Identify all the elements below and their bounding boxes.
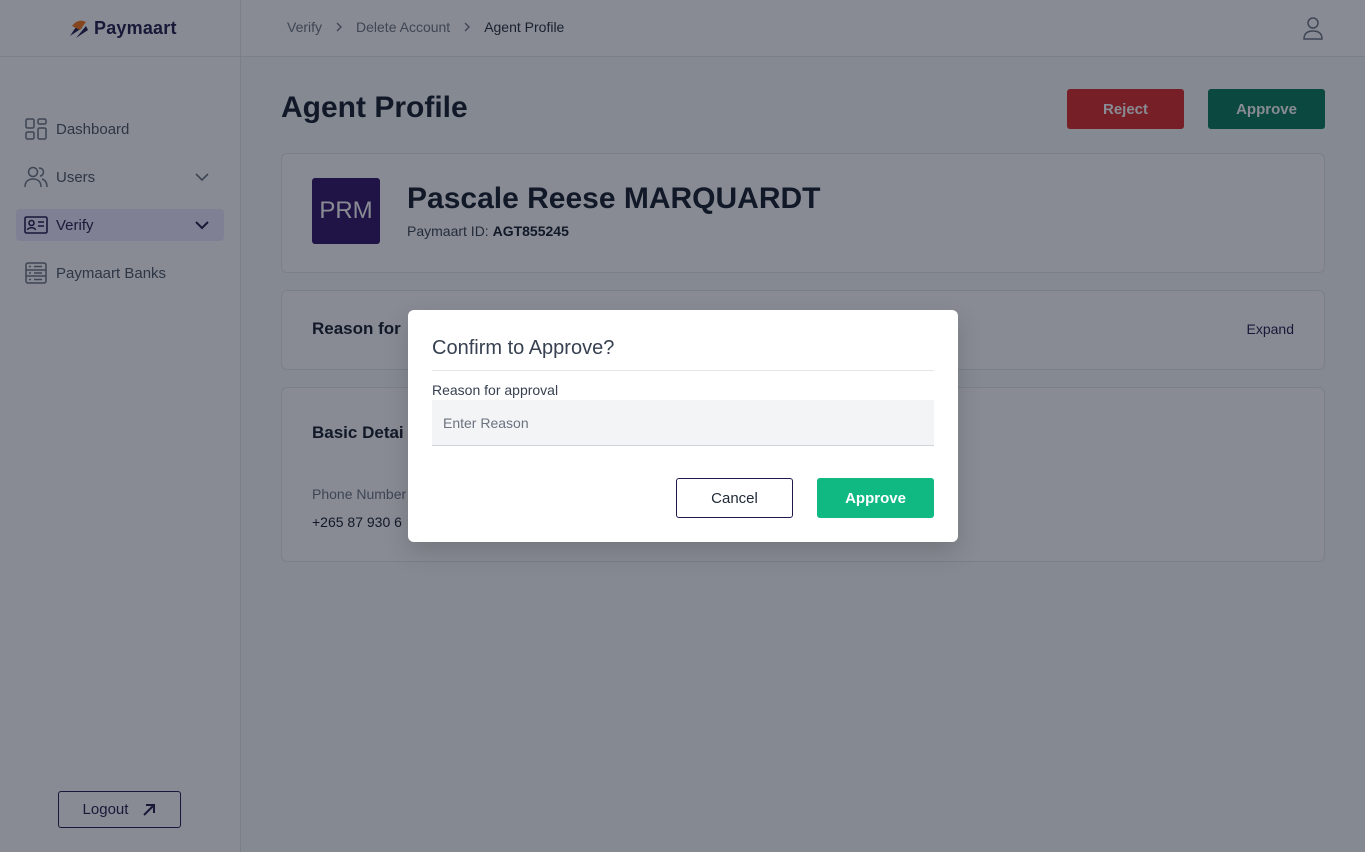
reason-input[interactable] xyxy=(432,400,934,446)
cancel-button[interactable]: Cancel xyxy=(676,478,793,518)
confirm-approve-button[interactable]: Approve xyxy=(817,478,934,518)
confirm-approve-modal: Confirm to Approve? Reason for approval … xyxy=(408,310,958,542)
reason-label: Reason for approval xyxy=(432,382,559,398)
modal-divider xyxy=(432,370,934,371)
modal-title: Confirm to Approve? xyxy=(432,337,615,359)
